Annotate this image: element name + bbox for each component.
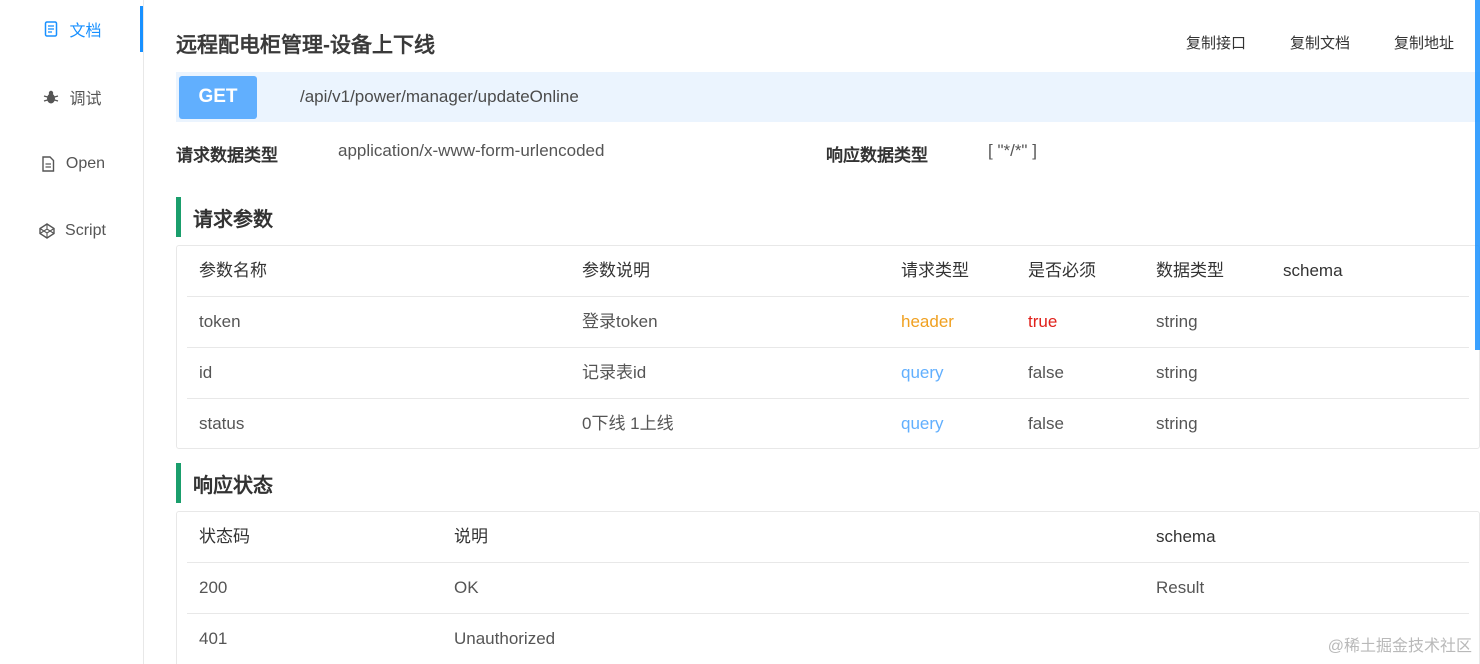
params-section-title: 请求参数 [176, 197, 273, 237]
watermark: @稀土掘金技术社区 [1327, 638, 1472, 655]
status-schema[interactable]: Result [1156, 563, 1204, 613]
param-type: string [1156, 414, 1198, 433]
sidebar-item-label: Open [65, 155, 106, 172]
endpoint-bar: GET /api/v1/power/manager/updateOnline [176, 72, 1480, 122]
responses-section-title: 响应状态 [176, 463, 273, 503]
response-type-label: 响应数据类型 [826, 146, 928, 165]
param-name: id [199, 363, 213, 382]
params-table: 参数名称 参数说明 请求类型 是否必须 数据类型 schema token 登录… [176, 245, 1480, 449]
copy-doc-button[interactable]: 复制文档 [1290, 32, 1350, 53]
http-method-badge: GET [179, 75, 257, 119]
column-header: schema [1283, 261, 1343, 280]
params-title-text: 请求参数 [193, 208, 273, 231]
sidebar-item-label: 调试 [69, 91, 102, 108]
request-type-value: application/x-www-form-urlencoded [338, 141, 605, 160]
column-header: 请求类型 [901, 261, 969, 280]
table-row: 401 Unauthorized [187, 614, 1469, 664]
page-title: 远程配电柜管理-设备上下线 [176, 34, 435, 57]
vertical-scrollbar[interactable] [1475, 0, 1480, 350]
responses-table: 状态码 说明 schema 200 OK Result 401 Unauthor… [176, 511, 1480, 664]
column-header: 说明 [454, 527, 488, 546]
param-desc: 0下线 1上线 [582, 414, 674, 433]
status-desc: Unauthorized [454, 629, 556, 648]
copy-url-button[interactable]: 复制地址 [1394, 32, 1454, 53]
response-type-value: [ "*/*" ] [988, 141, 1037, 160]
param-in: query [901, 414, 944, 433]
responses-title-text: 响应状态 [193, 474, 273, 497]
column-header: schema [1156, 527, 1216, 546]
doc-main: 远程配电柜管理-设备上下线 复制接口 复制文档 复制地址 GET /api/v1… [145, 0, 1480, 664]
param-required: false [1028, 363, 1064, 382]
sidebar-item-script[interactable]: Script [0, 211, 144, 251]
param-desc: 记录表id [582, 363, 647, 382]
sidebar: 文档 调试 Open Script [0, 0, 144, 664]
document-icon [42, 20, 60, 38]
file-icon [39, 155, 57, 173]
param-name: token [199, 312, 241, 331]
request-type-label: 请求数据类型 [176, 146, 278, 165]
status-code: 401 [199, 629, 228, 648]
codepen-icon [38, 222, 56, 240]
column-header: 状态码 [199, 527, 250, 546]
sidebar-item-label: Script [65, 222, 106, 239]
param-name: status [199, 414, 245, 433]
status-code: 200 [199, 578, 228, 597]
status-desc: OK [454, 578, 479, 597]
table-row: token 登录token header true string [187, 297, 1469, 348]
param-required: false [1028, 414, 1064, 433]
sidebar-item-debug[interactable]: 调试 [0, 77, 144, 117]
param-required: true [1028, 312, 1058, 331]
param-desc: 登录token [582, 312, 658, 331]
param-in: query [901, 363, 944, 382]
column-header: 参数说明 [582, 261, 650, 280]
top-actions: 复制接口 复制文档 复制地址 [1186, 32, 1454, 53]
column-header: 是否必须 [1028, 261, 1096, 280]
column-header: 数据类型 [1156, 261, 1224, 280]
param-type: string [1156, 312, 1198, 331]
section-accent-bar [176, 197, 181, 237]
column-header: 参数名称 [199, 261, 267, 280]
table-row: id 记录表id query false string [187, 348, 1469, 399]
sidebar-item-open[interactable]: Open [0, 144, 144, 184]
copy-api-button[interactable]: 复制接口 [1186, 32, 1246, 53]
section-accent-bar [176, 463, 181, 503]
sidebar-item-docs[interactable]: 文档 [0, 9, 144, 49]
endpoint-url: /api/v1/power/manager/updateOnline [300, 87, 579, 106]
param-type: string [1156, 363, 1198, 382]
table-header-row: 参数名称 参数说明 请求类型 是否必须 数据类型 schema [187, 246, 1469, 297]
param-in: header [901, 312, 954, 331]
sidebar-item-label: 文档 [69, 23, 102, 40]
table-row: 200 OK Result [187, 563, 1469, 614]
table-row: status 0下线 1上线 query false string [187, 399, 1469, 450]
bug-icon [42, 88, 60, 106]
table-header-row: 状态码 说明 schema [187, 512, 1469, 563]
